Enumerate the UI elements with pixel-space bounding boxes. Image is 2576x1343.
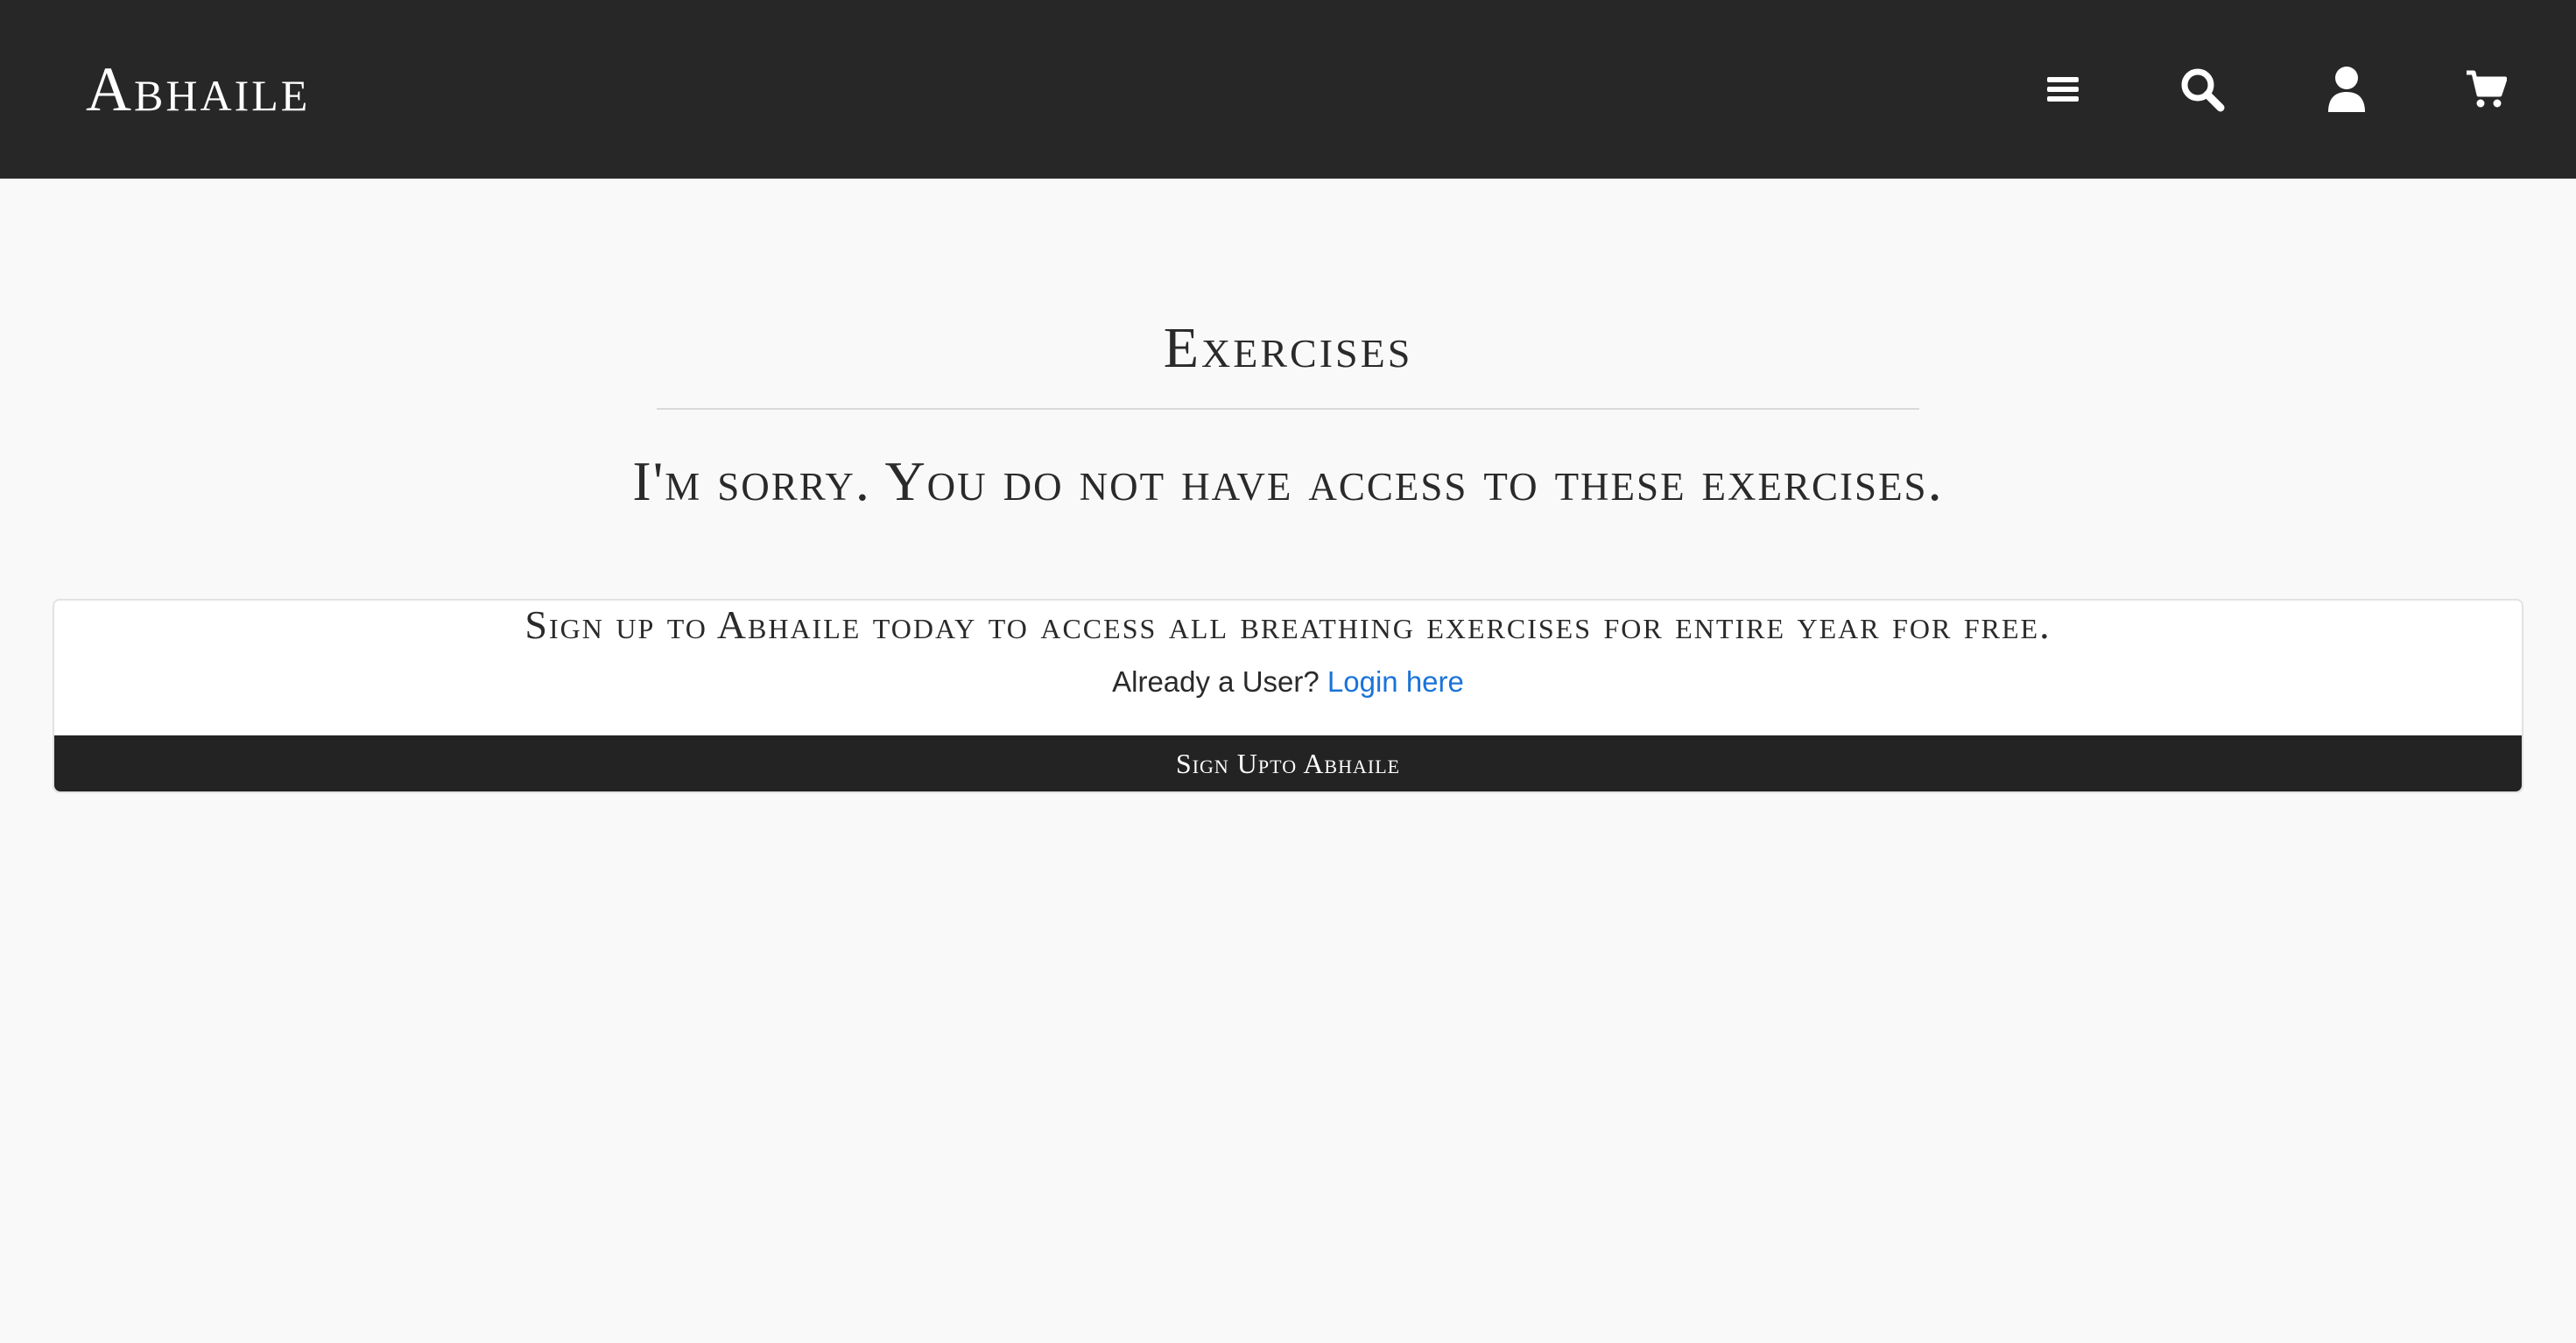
search-icon[interactable] xyxy=(2176,63,2228,116)
brand-logo[interactable]: Abhaile xyxy=(86,54,310,124)
signup-button[interactable]: Sign Upto Abhaile xyxy=(54,735,2522,791)
user-icon[interactable] xyxy=(2320,63,2373,116)
access-denied-message: I'm sorry. You do not have access to the… xyxy=(632,450,1944,512)
menu-icon[interactable] xyxy=(2037,63,2089,116)
cart-icon[interactable] xyxy=(2460,63,2513,116)
navbar: Abhaile xyxy=(0,0,2576,179)
login-prompt-line: Already a User? Login here xyxy=(0,658,2576,706)
title-divider xyxy=(657,408,1919,410)
page-title: Exercises xyxy=(1163,316,1413,380)
login-prompt-text: Already a User? xyxy=(1112,665,1320,698)
signup-heading: Sign up to Abhaile today to access all b… xyxy=(524,602,2052,647)
login-link[interactable]: Login here xyxy=(1327,665,1464,698)
